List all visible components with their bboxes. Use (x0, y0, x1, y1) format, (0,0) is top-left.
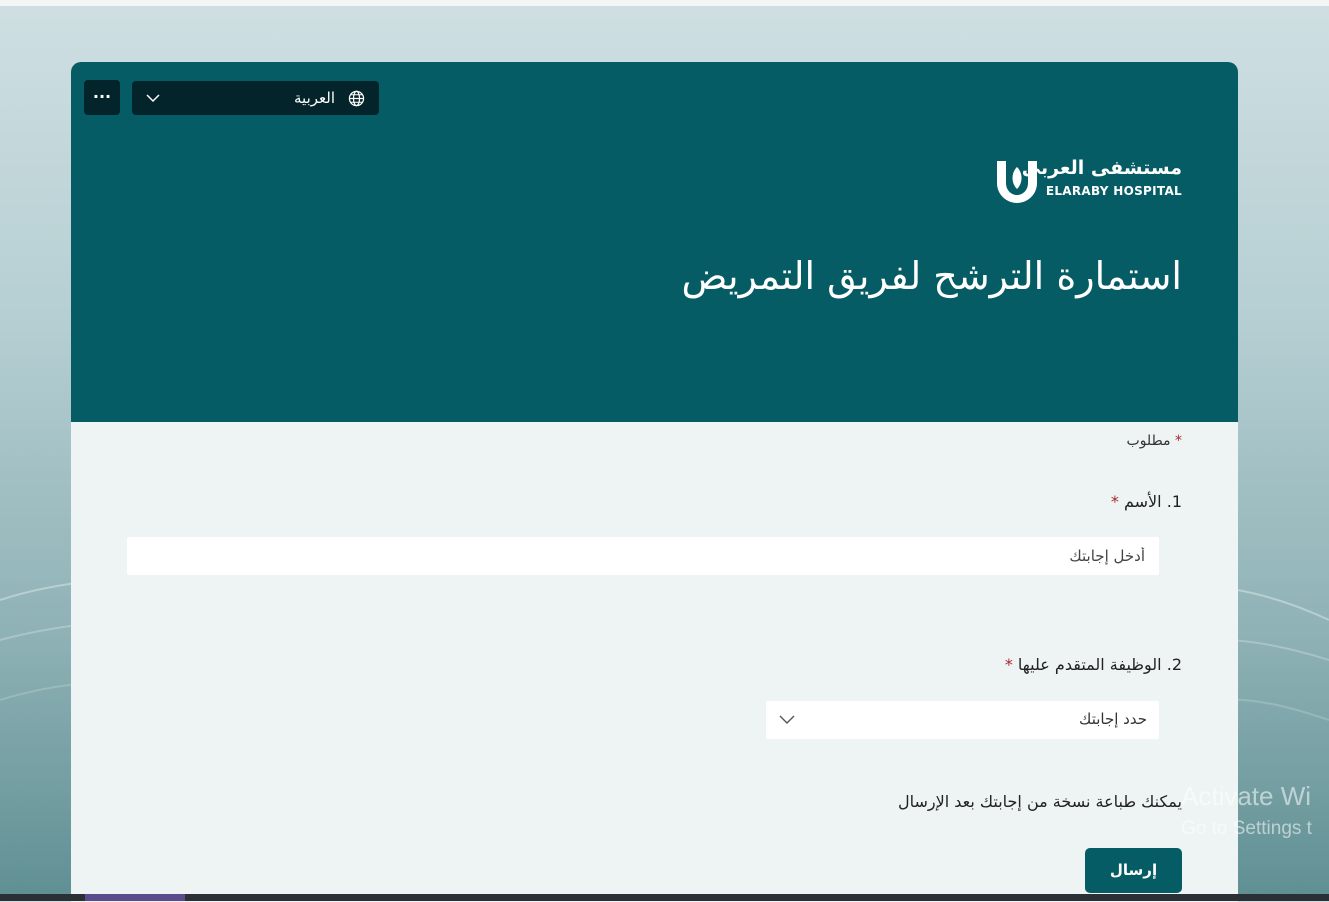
form-card: ··· العربية مستشفى العربى ELARABY HOSPIT… (71, 62, 1238, 902)
activation-line-1: Activate Wi (1181, 781, 1312, 811)
required-star: * (1175, 433, 1182, 449)
language-selector[interactable]: العربية (132, 81, 379, 115)
taskbar (0, 894, 1329, 901)
form-header: ··· العربية مستشفى العربى ELARABY HOSPIT… (71, 62, 1238, 422)
windows-activation-watermark: Activate Wi Go to Settings t (1181, 781, 1312, 840)
job-select[interactable]: حدد إجابتك (766, 701, 1159, 739)
submit-button[interactable]: إرسال (1085, 848, 1182, 893)
question-2-text: الوظيفة المتقدم عليها (1017, 655, 1162, 674)
chevron-down-icon (779, 715, 795, 724)
required-note-text: مطلوب (1126, 433, 1171, 449)
name-input[interactable] (127, 537, 1159, 575)
globe-icon (348, 90, 365, 107)
more-icon: ··· (92, 87, 112, 106)
required-note: * مطلوب (1127, 433, 1182, 449)
print-note: يمكنك طباعة نسخة من إجابتك بعد الإرسال (897, 792, 1182, 811)
question-2-label: 2. الوظيفة المتقدم عليها * (1005, 655, 1182, 674)
activation-line-2: Go to Settings t (1181, 818, 1312, 839)
question-1-label: 1. الأسم * (1111, 492, 1182, 511)
more-options-button[interactable]: ··· (84, 80, 120, 115)
form-title: استمارة الترشح لفريق التمريض (681, 254, 1182, 298)
required-star: * (1110, 492, 1119, 511)
question-1-number: 1. (1166, 492, 1182, 511)
job-select-value: حدد إجابتك (1079, 710, 1147, 728)
question-1-text: الأسم (1124, 492, 1162, 511)
logo-english-text: ELARABY HOSPITAL (1045, 184, 1182, 198)
language-label: العربية (294, 89, 335, 107)
hospital-logo: مستشفى العربى ELARABY HOSPITAL (992, 157, 1182, 209)
chevron-down-icon (146, 94, 160, 103)
question-2-number: 2. (1166, 655, 1182, 674)
taskbar-app[interactable] (85, 894, 185, 901)
logo-arabic-text: مستشفى العربى (1021, 157, 1182, 179)
required-star: * (1004, 655, 1013, 674)
